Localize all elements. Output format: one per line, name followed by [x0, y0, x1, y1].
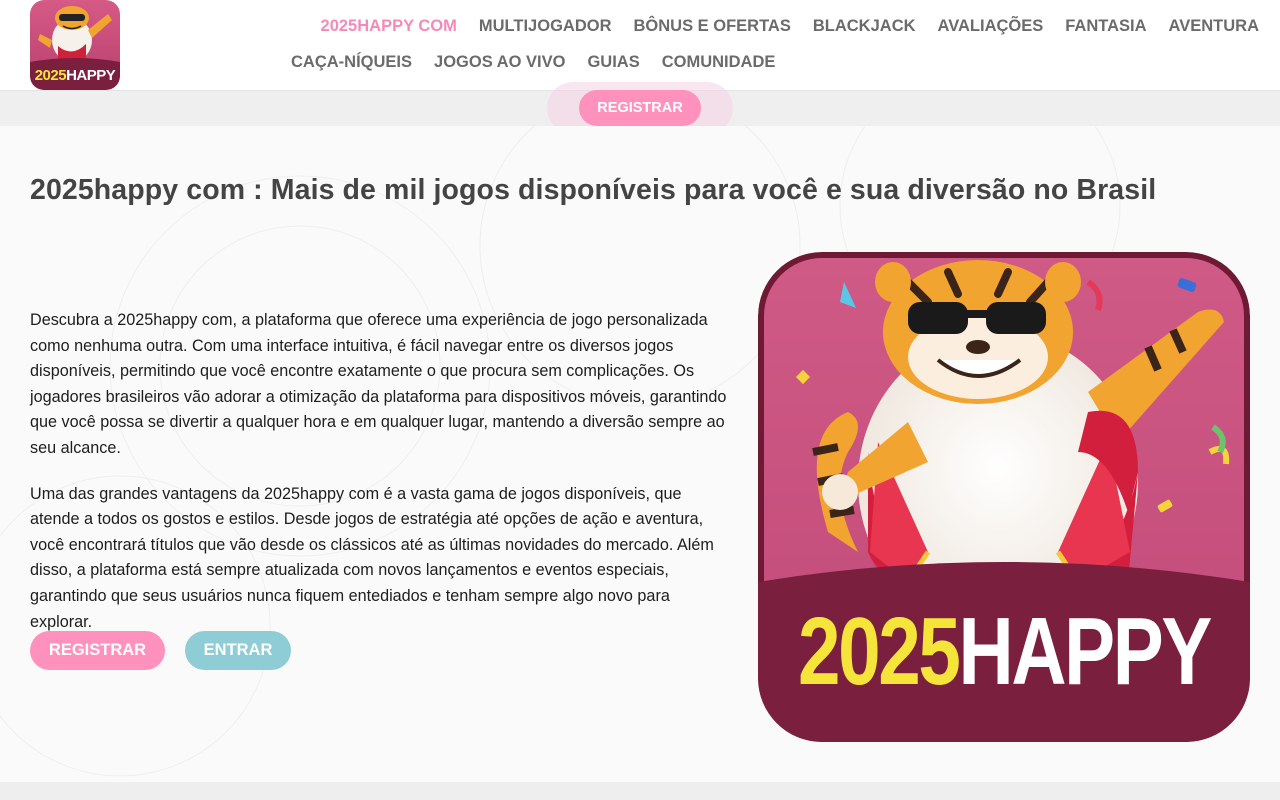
- intro-paragraph-2: Uma das grandes vantagens da 2025happy c…: [30, 484, 714, 631]
- nav-link-bonus-e-ofertas[interactable]: BÔNUS E OFERTAS: [622, 8, 801, 44]
- brand-logo[interactable]: 2025HAPPY: [30, 0, 120, 90]
- hero-image: 2025HAPPY: [758, 252, 1250, 742]
- login-button[interactable]: ENTRAR: [185, 631, 291, 670]
- tiger-mascot-logo-icon: 2025HAPPY: [30, 0, 120, 90]
- nav-link-avaliacoes[interactable]: AVALIAÇÕES: [927, 8, 1055, 44]
- register-button[interactable]: REGISTRAR: [30, 631, 165, 670]
- nav-link-2025happy-com[interactable]: 2025HAPPY COM: [310, 8, 468, 44]
- site-header: 2025HAPPY 2025HAPPY COM MULTIJOGADOR BÔN…: [0, 0, 1280, 91]
- tiger-mascot-hero-icon: 2025HAPPY: [758, 252, 1250, 742]
- hero-text-happy: HAPPY: [959, 598, 1212, 705]
- cta-buttons: REGISTRAR ENTRAR: [30, 631, 291, 670]
- nav-link-multijogador[interactable]: MULTIJOGADOR: [468, 8, 623, 44]
- footer-strip: [0, 782, 1280, 800]
- header-register-button[interactable]: REGISTRAR: [579, 90, 701, 126]
- page-title: 2025happy com : Mais de mil jogos dispon…: [30, 174, 1157, 206]
- svg-text:2025HAPPY: 2025HAPPY: [35, 67, 116, 84]
- nav-link-fantasia[interactable]: FANTASIA: [1054, 8, 1157, 44]
- nav-link-caca-niqueis[interactable]: CAÇA-NÍQUEIS: [280, 44, 423, 80]
- nav-link-aventura[interactable]: AVENTURA: [1158, 8, 1270, 44]
- nav-link-comunidade[interactable]: COMUNIDADE: [651, 44, 787, 80]
- nav-link-guias[interactable]: GUIAS: [576, 44, 650, 80]
- main-section: 2025happy com : Mais de mil jogos dispon…: [0, 126, 1280, 782]
- hero-text-2025: 2025: [798, 598, 959, 705]
- nav-link-blackjack[interactable]: BLACKJACK: [802, 8, 927, 44]
- svg-text:2025HAPPY: 2025HAPPY: [798, 598, 1212, 705]
- main-nav-row-2: CAÇA-NÍQUEIS JOGOS AO VIVO GUIAS COMUNID…: [280, 44, 786, 80]
- intro-content: Descubra a 2025happy com, a plataforma q…: [30, 308, 730, 655]
- nav-link-jogos-ao-vivo[interactable]: JOGOS AO VIVO: [423, 44, 576, 80]
- intro-paragraph-1: Descubra a 2025happy com, a plataforma q…: [30, 311, 727, 457]
